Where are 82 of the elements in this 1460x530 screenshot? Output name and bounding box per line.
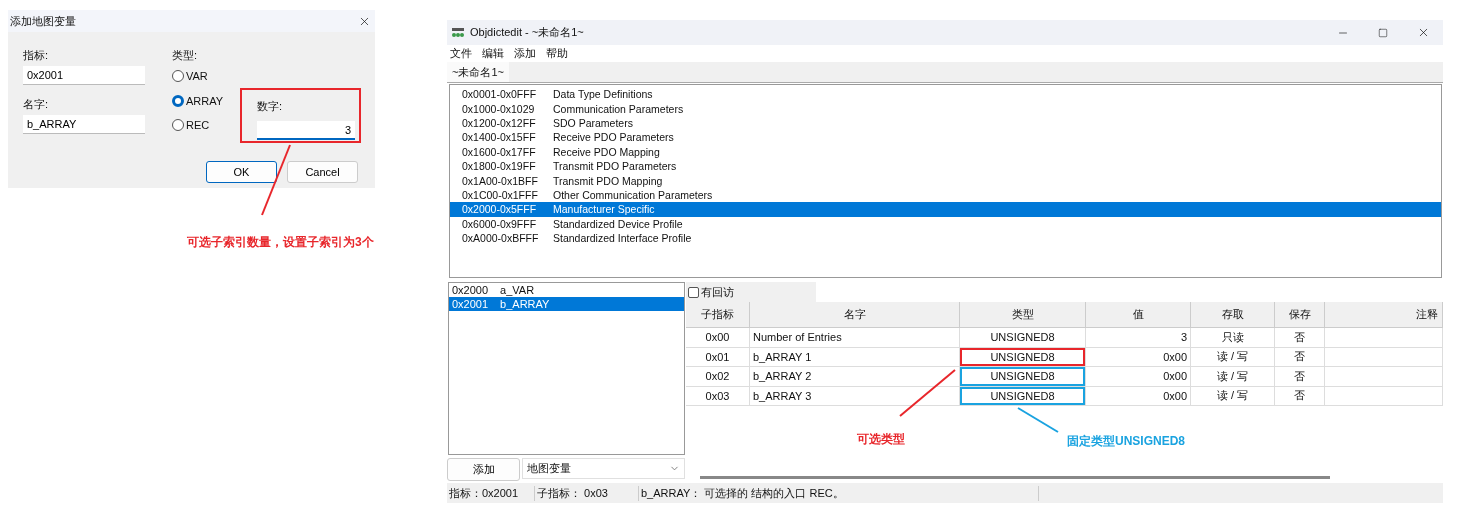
radio-icon[interactable]	[172, 94, 184, 107]
table-cell: 0x00	[686, 328, 750, 348]
status-text: 子指标： 0x03	[535, 485, 639, 501]
checkbox[interactable]	[688, 286, 699, 298]
count-field[interactable]: 3	[257, 121, 355, 140]
annotation-text: 固定类型UNSIGNED8	[1067, 434, 1185, 448]
maximize-icon[interactable]	[1378, 27, 1388, 38]
checkbox-label: 有回访	[701, 284, 734, 300]
column-header[interactable]: 名字	[750, 302, 960, 328]
table-cell: 读 / 写	[1191, 347, 1275, 367]
table-cell: UNSIGNED8	[960, 367, 1086, 387]
column-header[interactable]: 值	[1086, 302, 1191, 328]
table-cell: 0x00	[1086, 367, 1191, 387]
list-item[interactable]: 0x2000 a_VAR	[449, 283, 684, 297]
status-text: 指标：0x2001	[447, 485, 535, 501]
menu-item[interactable]: 帮助	[546, 46, 568, 61]
table-cell: 0x03	[686, 386, 750, 406]
table-cell: Number of Entries	[750, 328, 960, 348]
table-cell: 否	[1275, 347, 1325, 367]
list-item[interactable]: 0x1600-0x17FF Receive PDO Mapping	[450, 144, 1441, 159]
menu-item[interactable]: 文件	[450, 46, 472, 61]
radio-icon[interactable]	[172, 70, 184, 83]
column-header[interactable]: 注释	[1325, 302, 1443, 328]
column-header[interactable]: 存取	[1191, 302, 1275, 328]
input-field[interactable]: b_ARRAY	[23, 115, 145, 134]
list-item[interactable]: 0x6000-0x9FFF Standardized Device Profile	[450, 216, 1441, 231]
table-cell: 否	[1275, 367, 1325, 387]
app-icon	[451, 26, 465, 39]
table-cell: UNSIGNED8	[960, 386, 1086, 406]
dialog-title: 添加地图变量	[10, 13, 76, 29]
kind-dropdown[interactable]: 地图变量	[522, 458, 685, 479]
ok-button[interactable]: OK	[206, 161, 277, 183]
column-header[interactable]: 保存	[1275, 302, 1325, 328]
list-item[interactable]: 0x1000-0x1029 Communication Parameters	[450, 101, 1441, 116]
field-label: 指标:	[23, 48, 50, 63]
radio-icon[interactable]	[172, 119, 184, 132]
status-text: b_ARRAY： 可选择的 结构的入口 REC。	[639, 485, 1039, 501]
list-item[interactable]: 0x2001 b_ARRAY	[449, 297, 684, 311]
table-cell: 3	[1086, 328, 1191, 348]
scrollbar[interactable]	[700, 476, 1330, 479]
menu-item[interactable]: 编辑	[482, 46, 504, 61]
table-cell: UNSIGNED8	[960, 347, 1086, 367]
leader-line	[899, 369, 956, 417]
radio-option[interactable]: VAR	[172, 64, 224, 89]
table-cell: 0x01	[686, 347, 750, 367]
list-item[interactable]: 0x0001-0x0FFF Data Type Definitions	[450, 87, 1441, 102]
table-cell: 否	[1275, 386, 1325, 406]
annotation-text: 可选类型	[857, 432, 905, 446]
field-label: 名字:	[23, 97, 50, 112]
annotation-text: 可选子索引数量，设置子索引为3个	[187, 235, 374, 249]
table-cell: UNSIGNED8	[960, 328, 1086, 348]
radio-option[interactable]: ARRAY	[172, 88, 224, 113]
list-item[interactable]: 0x1200-0x12FF SDO Parameters	[450, 115, 1441, 131]
add-button[interactable]: 添加	[447, 458, 520, 481]
table-cell: b_ARRAY 2	[750, 367, 960, 387]
list-item[interactable]: 0x1C00-0x1FFF Other Communication Parameters	[450, 187, 1441, 203]
type-label: 类型:	[172, 48, 199, 63]
column-header[interactable]: 子指标	[686, 302, 750, 328]
table-cell: 0x00	[1086, 386, 1191, 406]
input-field[interactable]: 0x2001	[23, 66, 145, 85]
menu-item[interactable]: 添加	[514, 46, 536, 61]
list-item[interactable]: 0xA000-0xBFFF Standardized Interface Profile	[450, 230, 1441, 246]
list-item[interactable]: 0x1400-0x15FF Receive PDO Parameters	[450, 130, 1441, 145]
tab[interactable]: ~未命名1~	[447, 62, 509, 82]
list-item[interactable]: 0x1800-0x19FF Transmit PDO Parameters	[450, 158, 1441, 174]
list-item[interactable]: 0x1A00-0x1BFF Transmit PDO Mapping	[450, 173, 1441, 188]
leader-line	[261, 144, 291, 216]
leader-line	[1017, 407, 1059, 433]
table-cell: 读 / 写	[1191, 367, 1275, 387]
table-cell: 0x02	[686, 367, 750, 387]
table-cell: b_ARRAY 3	[750, 386, 960, 406]
table-cell: 0x00	[1086, 347, 1191, 367]
radio-option[interactable]: REC	[172, 113, 224, 138]
table-cell: 只读	[1191, 328, 1275, 348]
column-header[interactable]: 类型	[960, 302, 1086, 328]
count-label: 数字:	[257, 99, 284, 114]
window-title: Objdictedit - ~未命名1~	[470, 25, 584, 40]
table-cell: b_ARRAY 1	[750, 347, 960, 367]
table-cell: 读 / 写	[1191, 386, 1275, 406]
cancel-button[interactable]: Cancel	[287, 161, 358, 183]
list-item[interactable]: 0x2000-0x5FFF Manufacturer Specific	[450, 202, 1441, 217]
table-cell: 否	[1275, 328, 1325, 348]
